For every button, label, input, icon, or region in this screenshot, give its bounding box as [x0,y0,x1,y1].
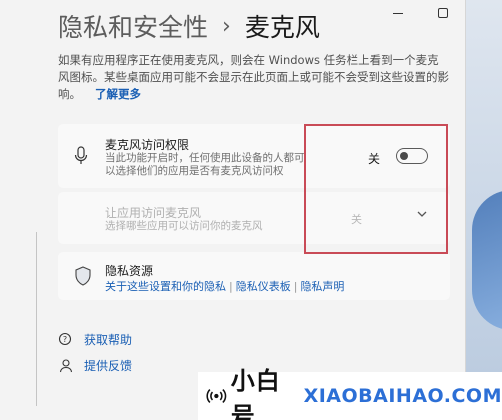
chevron-down-icon[interactable] [416,208,428,220]
microphone-icon [74,146,88,164]
breadcrumb-parent[interactable]: 隐私和安全性 [58,8,208,44]
privacy-title: 隐私资源 [105,264,154,278]
learn-more-link[interactable]: 了解更多 [95,87,141,101]
maximize-icon [437,8,448,18]
broadcast-icon [206,388,227,404]
svg-text:?: ? [63,335,67,344]
get-help-link[interactable]: ? 获取帮助 [58,331,132,348]
divider [36,232,37,406]
privacy-link-settings[interactable]: 关于这些设置和你的隐私 [105,280,226,293]
mic-access-subtitle: 当此功能开启时，任何使用此设备的人都可以选择他们的应用是否有麦克风访问权 [105,152,305,177]
mic-access-toggle[interactable] [396,148,428,164]
desktop-background [466,0,502,420]
app-access-subtitle: 选择哪些应用可以访问你的麦克风 [105,220,263,232]
maximize-button[interactable] [420,0,465,26]
get-help-label: 获取帮助 [84,333,133,347]
page-description: 如果有应用程序正在使用麦克风，则会在 Windows 任务栏上看到一个麦克风图标… [58,52,450,103]
privacy-link-dashboard[interactable]: 隐私仪表板 [236,280,291,293]
minimize-button[interactable] [375,0,420,26]
mic-access-card[interactable]: 麦克风访问权限 当此功能开启时，任何使用此设备的人都可以选择他们的应用是否有麦克… [58,124,450,188]
give-feedback-link[interactable]: 提供反馈 [58,357,132,374]
privacy-links: 关于这些设置和你的隐私 | 隐私仪表板 | 隐私声明 [105,280,345,293]
app-access-card[interactable]: 让应用访问麦克风 选择哪些应用可以访问你的麦克风 关 [58,192,450,244]
watermark-brand-en: XIAOBAIHAO.COM [303,385,502,407]
watermark-brand-cn: 小白号 [230,367,281,420]
breadcrumb: 隐私和安全性 › 麦克风 [58,8,320,44]
breadcrumb-separator-icon: › [222,13,231,39]
app-access-state-label: 关 [351,213,362,226]
app-access-title: 让应用访问麦克风 [105,206,202,220]
settings-window: 隐私和安全性 › 麦克风 如果有应用程序正在使用麦克风，则会在 Windows … [0,0,466,420]
mic-access-toggle-label: 关 [367,152,380,166]
page-title: 麦克风 [244,13,320,42]
mic-access-title: 麦克风访问权限 [105,138,190,152]
minimize-icon [392,12,403,14]
shield-icon [75,266,91,286]
window-controls [375,0,465,26]
toggle-knob [400,152,408,160]
privacy-link-statement[interactable]: 隐私声明 [300,280,344,293]
help-icon: ? [58,332,74,348]
wallpaper-swirl [472,190,502,330]
give-feedback-label: 提供反馈 [84,359,133,373]
feedback-icon [58,358,74,374]
privacy-resources-card: 隐私资源 关于这些设置和你的隐私 | 隐私仪表板 | 隐私声明 [58,252,450,300]
watermark-banner: 小白号 XIAOBAIHAO.COM [198,367,502,420]
